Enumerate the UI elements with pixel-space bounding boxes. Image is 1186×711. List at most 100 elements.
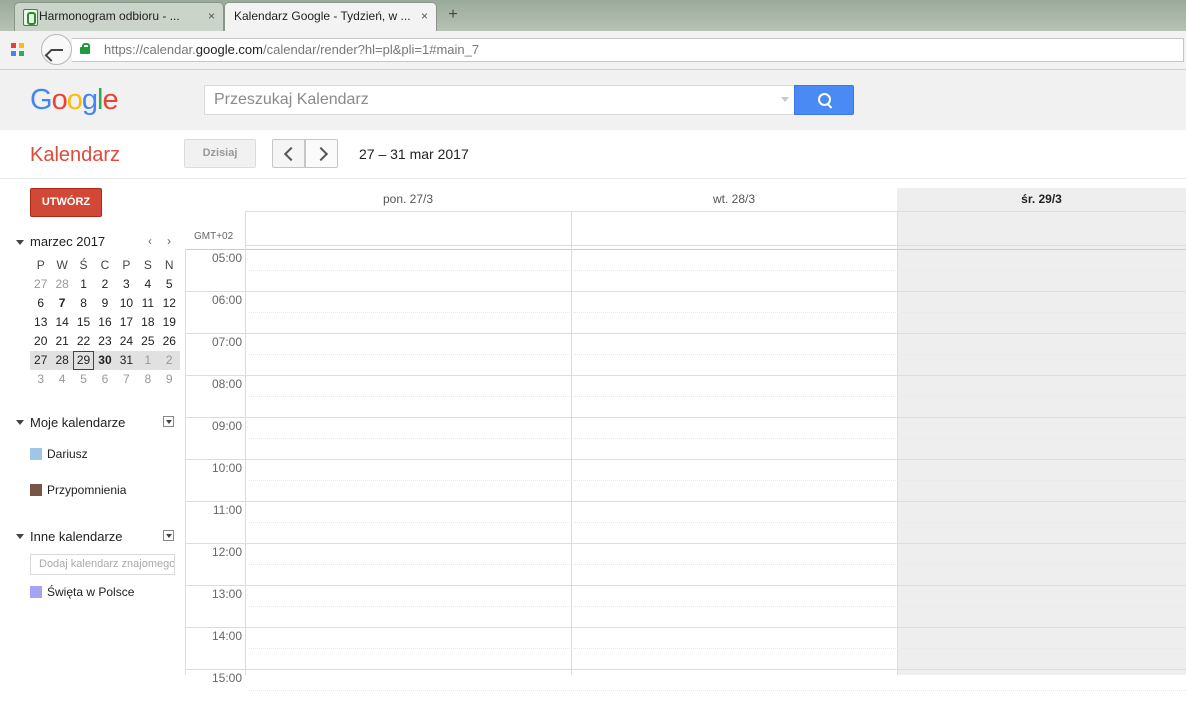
mini-calendar-day[interactable]: 28 [51, 351, 73, 370]
time-slot[interactable] [246, 670, 571, 711]
time-slot[interactable] [246, 292, 571, 333]
mini-calendar-day[interactable]: 1 [137, 351, 159, 370]
time-slot[interactable] [572, 334, 897, 375]
mini-calendar-day[interactable]: 27 [30, 275, 51, 294]
mini-calendar-day[interactable]: 6 [94, 370, 115, 389]
mini-calendar-day[interactable]: 28 [51, 275, 72, 294]
search-button[interactable] [794, 85, 854, 115]
time-slot[interactable] [898, 544, 1186, 585]
mini-calendar-day[interactable]: 13 [30, 313, 51, 332]
mini-calendar-day-selected[interactable]: 29 [72, 351, 95, 370]
mini-calendar-day[interactable]: 9 [94, 294, 115, 313]
mini-calendar-day[interactable]: 23 [94, 332, 115, 351]
other-calendars-menu-icon[interactable] [163, 530, 174, 541]
mini-calendar-day[interactable]: 16 [94, 313, 115, 332]
mini-calendar-day[interactable]: 24 [116, 332, 137, 351]
mini-calendar-day[interactable]: 19 [159, 313, 180, 332]
time-slot[interactable] [246, 628, 571, 669]
mini-calendar-day[interactable]: 26 [159, 332, 180, 351]
time-slot[interactable] [246, 418, 571, 459]
mini-calendar-day[interactable]: 9 [159, 370, 180, 389]
search-input[interactable]: Przeszukaj Kalendarz [204, 85, 795, 115]
time-slot[interactable] [572, 586, 897, 627]
time-slot[interactable] [246, 460, 571, 501]
time-slot[interactable] [246, 250, 571, 291]
mini-calendar-day[interactable]: 27 [30, 351, 52, 370]
time-slot[interactable] [898, 628, 1186, 669]
mini-calendar-day[interactable]: 25 [137, 332, 158, 351]
time-slot[interactable] [572, 670, 897, 711]
time-slot[interactable] [898, 292, 1186, 333]
time-slot[interactable] [898, 376, 1186, 417]
day-header[interactable]: pon. 27/3 [245, 188, 571, 211]
other-calendar-item[interactable]: Święta w Polsce [30, 585, 175, 599]
my-calendar-item[interactable]: Przypomnienia [30, 483, 175, 497]
create-event-button[interactable]: UTWÓRZ [30, 188, 102, 217]
time-slot[interactable] [572, 250, 897, 291]
time-slot[interactable] [246, 586, 571, 627]
collapse-my-calendars-icon[interactable] [16, 420, 24, 425]
my-calendars-heading[interactable]: Moje kalendarze [30, 415, 125, 431]
mini-calendar-day[interactable]: 5 [73, 370, 94, 389]
time-slot[interactable] [898, 334, 1186, 375]
time-slot[interactable] [572, 418, 897, 459]
apps-icon[interactable] [11, 43, 25, 57]
time-slot[interactable] [898, 418, 1186, 459]
mini-calendar-day[interactable]: 15 [73, 313, 94, 332]
mini-calendar-day[interactable]: 31 [115, 351, 138, 370]
browser-tab-kalendarz[interactable]: Kalendarz Google - Tydzień, w ... × [224, 2, 437, 31]
time-slot[interactable] [898, 460, 1186, 501]
time-slot[interactable] [572, 376, 897, 417]
time-slot[interactable] [898, 670, 1186, 711]
add-calendar-input[interactable]: Dodaj kalendarz znajomego [30, 554, 175, 575]
mini-calendar-day[interactable]: 8 [73, 294, 94, 313]
time-slot[interactable] [898, 250, 1186, 291]
collapse-other-calendars-icon[interactable] [16, 534, 24, 539]
back-button[interactable] [41, 34, 72, 65]
day-header[interactable]: śr. 29/3 [897, 188, 1186, 211]
time-slot[interactable] [898, 502, 1186, 543]
time-slot[interactable] [572, 460, 897, 501]
mini-calendar-day[interactable]: 2 [94, 275, 115, 294]
my-calendars-menu-icon[interactable] [163, 416, 174, 427]
mini-calendar-day[interactable]: 21 [51, 332, 72, 351]
time-slot[interactable] [246, 334, 571, 375]
mini-calendar-day[interactable]: 4 [51, 370, 72, 389]
mini-calendar-day[interactable]: 6 [30, 294, 51, 313]
time-slot[interactable] [246, 544, 571, 585]
time-slot[interactable] [246, 502, 571, 543]
mini-calendar-day[interactable]: 11 [137, 294, 158, 313]
mini-calendar-day[interactable]: 8 [137, 370, 158, 389]
mini-calendar-day[interactable]: 12 [159, 294, 180, 313]
collapse-mini-calendar-icon[interactable] [16, 240, 24, 245]
previous-period-button[interactable] [272, 139, 305, 168]
close-tab-icon[interactable]: × [208, 3, 215, 30]
mini-calendar-day[interactable]: 7 [116, 370, 137, 389]
mini-calendar-next-button[interactable]: › [167, 235, 171, 247]
mini-calendar-day[interactable]: 1 [73, 275, 94, 294]
mini-calendar-day[interactable]: 18 [137, 313, 158, 332]
time-slot[interactable] [572, 544, 897, 585]
mini-calendar-day[interactable]: 3 [30, 370, 51, 389]
today-button[interactable]: Dzisiaj [184, 139, 256, 168]
time-slot[interactable] [572, 292, 897, 333]
google-logo[interactable]: Google [30, 82, 119, 118]
mini-calendar-day[interactable]: 7 [51, 294, 72, 313]
mini-calendar-day[interactable]: 14 [51, 313, 72, 332]
mini-calendar-day[interactable]: 10 [116, 294, 137, 313]
mini-calendar-day[interactable]: 22 [73, 332, 94, 351]
browser-tab-harmonogram[interactable]: Harmonogram odbioru - ... × [14, 2, 224, 31]
other-calendars-heading[interactable]: Inne kalendarze [30, 529, 123, 545]
mini-calendar-day[interactable]: 20 [30, 332, 51, 351]
mini-calendar-day[interactable]: 2 [158, 351, 180, 370]
my-calendar-item[interactable]: Dariusz [30, 447, 175, 461]
day-header[interactable]: wt. 28/3 [571, 188, 897, 211]
chevron-down-icon[interactable] [781, 97, 789, 102]
mini-calendar-day[interactable]: 4 [137, 275, 158, 294]
mini-calendar-day[interactable]: 5 [159, 275, 180, 294]
mini-calendar-day[interactable]: 30 [94, 351, 116, 370]
new-tab-button[interactable]: + [444, 6, 462, 24]
mini-calendar-day[interactable]: 17 [116, 313, 137, 332]
mini-calendar-day[interactable]: 3 [116, 275, 137, 294]
mini-calendar-prev-button[interactable]: ‹ [148, 235, 152, 247]
